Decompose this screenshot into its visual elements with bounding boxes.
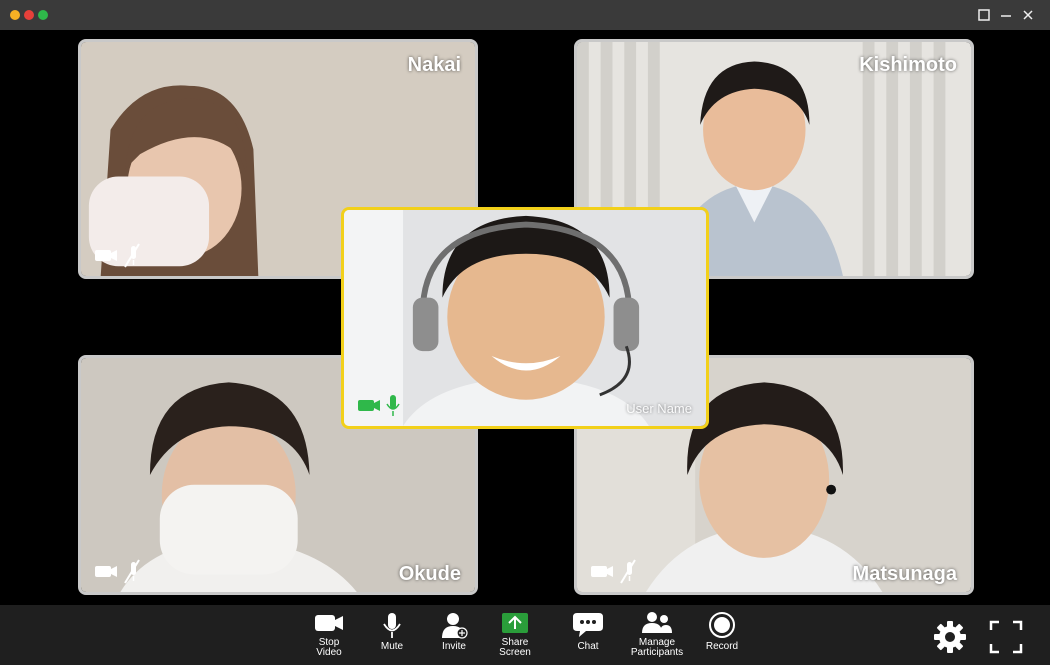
meeting-toolbar: Stop Video Mute Invite Share Screen Chat… <box>0 605 1050 665</box>
camera-on-icon <box>358 395 400 416</box>
camera-off-icon <box>95 559 140 584</box>
record-icon <box>709 612 735 638</box>
participant-name: Kishimoto <box>859 54 957 76</box>
video-tile-active-speaker[interactable]: User Name <box>341 207 709 429</box>
share-screen-button[interactable]: Share Screen <box>475 611 555 665</box>
minimize-icon[interactable] <box>998 7 1014 23</box>
fullscreen-icon[interactable] <box>988 619 1024 655</box>
add-person-icon <box>442 613 468 639</box>
video-call-window: Nakai Kishimoto Okude Matsunaga User Nam… <box>0 0 1050 665</box>
close-icon[interactable] <box>1020 7 1036 23</box>
participant-name: Matsunaga <box>852 563 957 585</box>
record-label: Record <box>705 641 739 652</box>
share-screen-label: Share Screen <box>499 637 531 658</box>
camera-off-icon <box>95 243 140 268</box>
maximize-icon[interactable] <box>976 7 992 23</box>
title-bar <box>0 0 1050 30</box>
video-camera-icon <box>315 615 343 631</box>
share-screen-icon <box>502 613 528 633</box>
participant-name: User Name <box>626 401 692 416</box>
chat-bubble-icon <box>573 613 603 637</box>
chat-button[interactable]: Chat <box>548 611 628 665</box>
minimize-traffic-light[interactable] <box>10 10 20 20</box>
video-grid: Nakai Kishimoto Okude Matsunaga User Nam… <box>0 30 1050 605</box>
participants-icon <box>642 612 672 633</box>
camera-off-icon <box>591 559 636 584</box>
participant-name: Nakai <box>407 54 461 76</box>
chat-label: Chat <box>577 641 599 652</box>
record-button[interactable]: Record <box>682 611 762 665</box>
microphone-icon <box>383 613 401 638</box>
gear-icon[interactable] <box>932 619 968 655</box>
close-traffic-light[interactable] <box>24 10 34 20</box>
participant-name: Okude <box>398 563 461 585</box>
zoom-traffic-light[interactable] <box>38 10 48 20</box>
